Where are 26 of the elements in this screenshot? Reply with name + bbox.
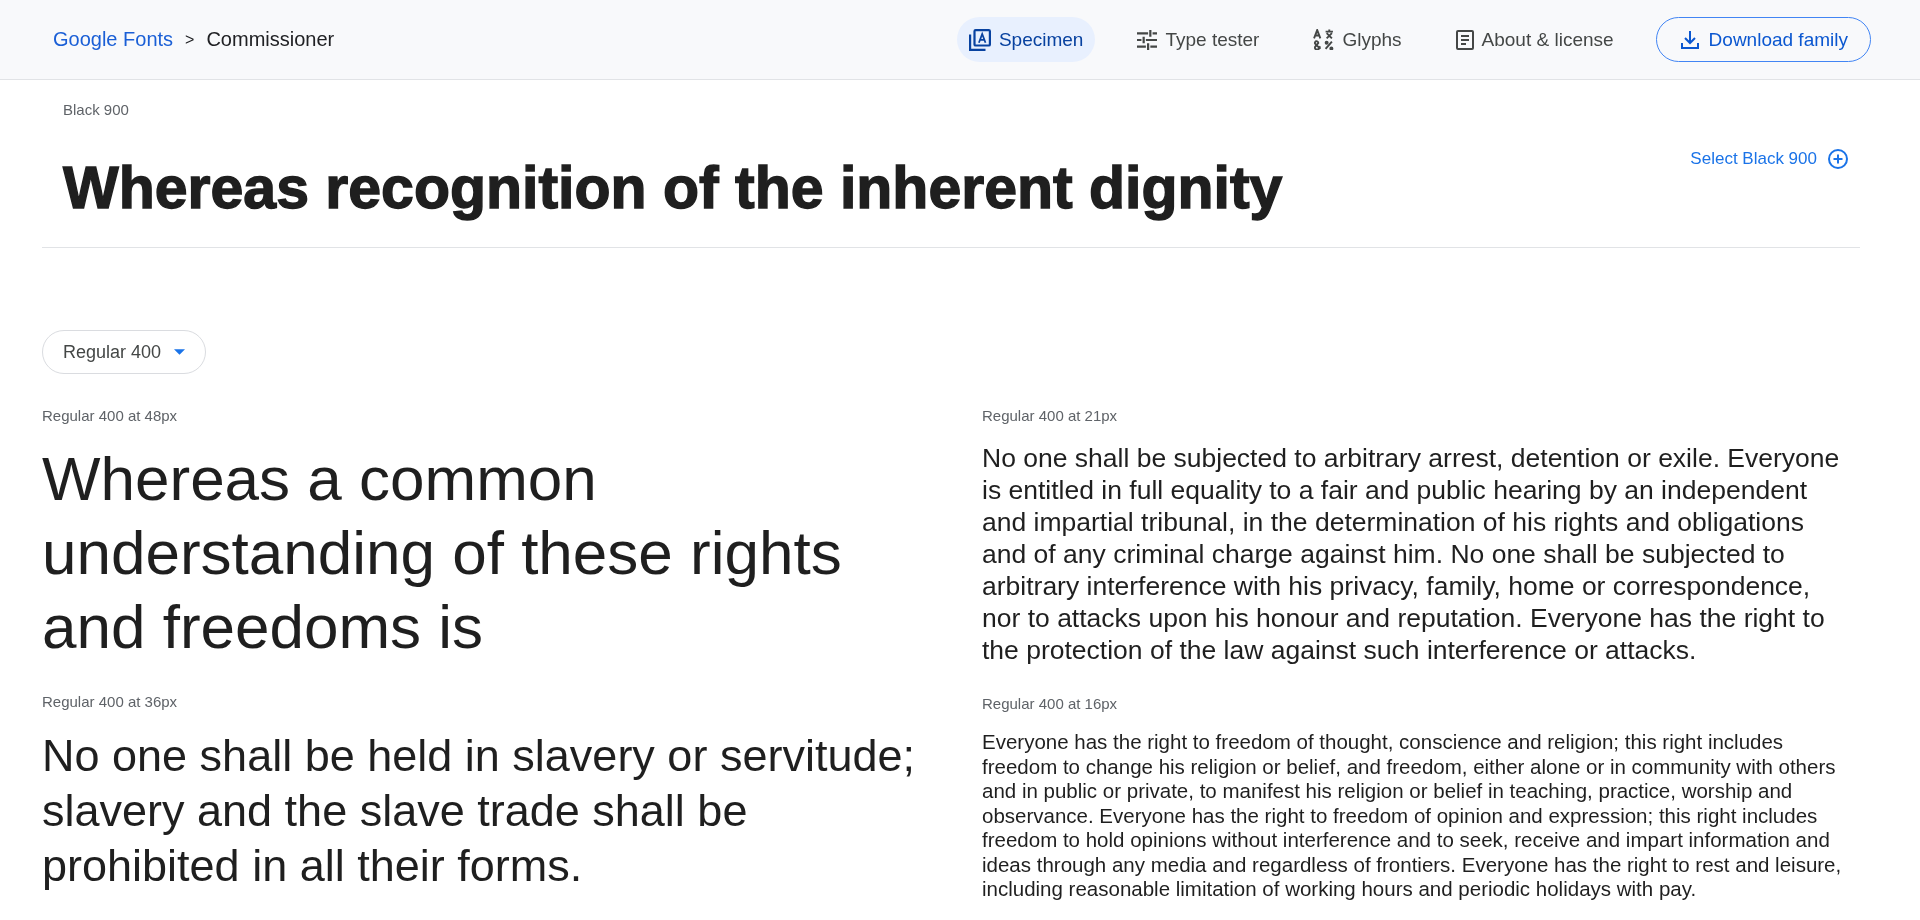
breadcrumb-separator: > bbox=[185, 30, 195, 49]
sample-label: Regular 400 at 48px bbox=[42, 406, 179, 426]
sample-text: No one shall be subjected to arbitrary arrest, detention or exile. Everyone is entitled in full equality to a fair and public hearing by an independent and impartial tribunal, in the determination of his rights and obligations and of any criminal charge against him. No one shall be subjected to arbitrary interference with his privacy, family, home or correspondence, nor to attacks upon his honour and reputation. Everyone has the right to the protection of the law against such interference or attacks. bbox=[982, 442, 1841, 666]
sample-label: Regular 400 at 16px bbox=[982, 694, 1119, 714]
sample-text: Whereas a common understanding of these rights and freedoms is bbox=[42, 443, 843, 663]
sample-label: Regular 400 at 36px bbox=[42, 692, 179, 712]
sample-text: Everyone has the right to freedom of thought, conscience and religion; this right includes freedom to change his religion or belief, and freedom, either alone or in community with others and in public or private, to manifest his religion or belief in teaching, practice, worship and observance. Everyone has the right to freedom of opinion and expression; this right includes freedom to hold opinions without interference and to seek, receive and impart information and ideas through any media and regardless of frontiers. Everyone has the right to rest and leisure, including reasonable limitation of working hours and periodic holidays with pay. bbox=[982, 730, 1843, 902]
breadcrumb-link[interactable]: Google Fonts bbox=[53, 28, 174, 51]
sample-text: No one shall be held in slavery or servitude; slavery and the slave trade shall be prohibited in all their forms. bbox=[42, 729, 916, 893]
nav-tab[interactable]: Glyphs bbox=[1301, 17, 1414, 62]
style-dropdown[interactable]: Regular 400 bbox=[42, 330, 207, 374]
document-icon bbox=[1455, 29, 1474, 50]
add-circle-icon bbox=[1828, 149, 1848, 169]
sample-label: Regular 400 at 21px bbox=[982, 406, 1119, 426]
framed-letter-icon bbox=[968, 28, 991, 51]
download-icon bbox=[1680, 30, 1699, 49]
caret-icon bbox=[174, 349, 186, 355]
style-label: Black 900 bbox=[63, 100, 130, 120]
sliders-icon bbox=[1137, 29, 1158, 50]
nav-tab[interactable]: About & license bbox=[1443, 17, 1626, 62]
select-style-button[interactable]: Select Black 900 bbox=[1690, 149, 1848, 169]
preview-heading: Whereas recognition of the inherent dignity bbox=[63, 154, 1284, 223]
glyphs-icon bbox=[1313, 29, 1335, 50]
nav-tab[interactable]: Specimen bbox=[956, 17, 1096, 62]
nav-tab[interactable]: Type tester bbox=[1125, 17, 1272, 62]
breadcrumb-current: Commissioner bbox=[206, 28, 335, 51]
